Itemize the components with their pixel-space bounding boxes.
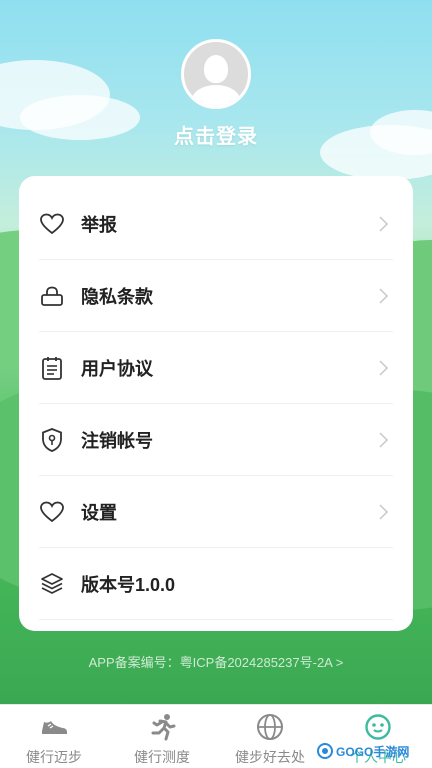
chevron-right-icon — [373, 286, 393, 306]
menu-item-agreement[interactable]: 用户协议 — [39, 332, 393, 404]
globe-icon — [255, 713, 285, 741]
menu-card: 举报 隐私条款 用户协议 注销帐号 设置 版本号1.0.0 — [19, 176, 413, 631]
menu-item-settings[interactable]: 设置 — [39, 476, 393, 548]
tab-label: 健步好去处 — [235, 749, 305, 765]
shield-icon — [39, 427, 65, 453]
menu-item-privacy[interactable]: 隐私条款 — [39, 260, 393, 332]
menu-item-label: 隐私条款 — [81, 286, 153, 307]
smiley-icon — [363, 713, 393, 741]
runner-icon — [147, 713, 177, 741]
menu-item-label: 用户协议 — [81, 358, 153, 379]
menu-item-version: 版本号1.0.0 — [39, 548, 393, 620]
menu-item-delete-account[interactable]: 注销帐号 — [39, 404, 393, 476]
login-link[interactable]: 点击登录 — [0, 120, 432, 149]
chevron-right-icon — [373, 502, 393, 522]
icp-record-link[interactable]: APP备案编号：粤ICP备2024285237号-2A > — [0, 652, 432, 671]
tab-label: 健行迈步 — [26, 749, 82, 765]
tab-walk[interactable]: 健行迈步 — [0, 705, 108, 768]
menu-item-label: 设置 — [81, 502, 117, 523]
chevron-right-icon — [373, 214, 393, 234]
heart-icon — [39, 499, 65, 525]
clipboard-icon — [39, 355, 65, 381]
tab-label: 健行测度 — [134, 749, 190, 765]
menu-item-label: 注销帐号 — [81, 430, 153, 451]
avatar[interactable] — [181, 39, 251, 109]
tab-places[interactable]: 健步好去处 — [216, 705, 324, 768]
watermark-logo: GOGO手游网 — [316, 739, 432, 768]
menu-item-report[interactable]: 举报 — [39, 188, 393, 260]
tab-measure[interactable]: 健行测度 — [108, 705, 216, 768]
chevron-right-icon — [373, 430, 393, 450]
chevron-right-icon — [373, 358, 393, 378]
lock-icon — [39, 283, 65, 309]
heart-icon — [39, 211, 65, 237]
menu-item-label: 举报 — [81, 214, 117, 235]
watermark-text: GOGO手游网 — [336, 744, 409, 759]
layers-icon — [39, 571, 65, 597]
menu-item-label: 版本号1.0.0 — [81, 574, 176, 595]
shoe-icon — [39, 713, 69, 741]
